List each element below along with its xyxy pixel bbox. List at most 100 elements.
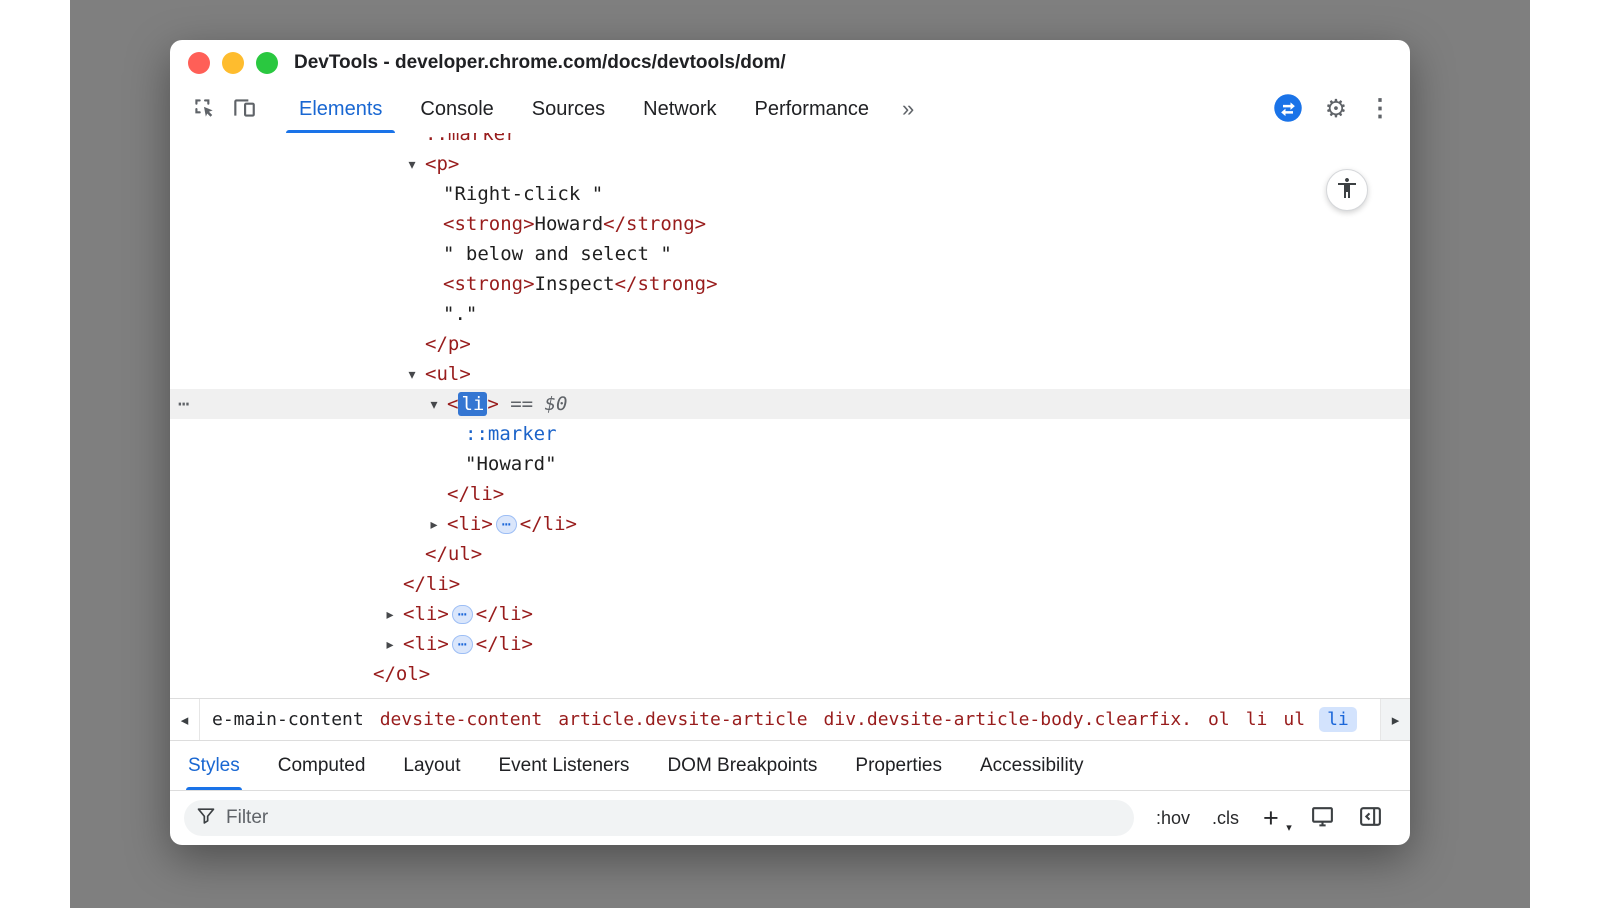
monitor-icon xyxy=(1310,804,1335,832)
code-token: </li> xyxy=(403,573,460,595)
toggle-device-toolbar-button[interactable] xyxy=(224,89,264,129)
dom-tree-row[interactable]: "Right-click " xyxy=(170,179,1410,209)
breadcrumb-item[interactable]: div.devsite-article-body.clearfix. xyxy=(824,709,1192,730)
code-token: </strong> xyxy=(615,273,718,295)
dom-tree-row[interactable]: </li> xyxy=(170,479,1410,509)
expand-children-button[interactable]: ⋯ xyxy=(496,515,517,534)
expand-children-button[interactable]: ⋯ xyxy=(452,605,473,624)
breadcrumb-item[interactable]: ul xyxy=(1283,709,1305,730)
collapse-arrow-icon[interactable]: ▾ xyxy=(401,149,423,179)
code-token: $0 xyxy=(545,393,568,415)
code-token: ::marker xyxy=(425,133,517,145)
toolbar-tabs: ElementsConsoleSourcesNetworkPerformance xyxy=(280,85,888,133)
filter-bar-icons xyxy=(1309,804,1385,832)
sync-button[interactable] xyxy=(1272,89,1304,129)
collapse-arrow-icon[interactable]: ▾ xyxy=(401,359,423,389)
tab-console[interactable]: Console xyxy=(401,85,512,133)
code-token: <li> xyxy=(403,633,449,655)
dom-tree-row[interactable]: ::marker xyxy=(170,133,1410,149)
breadcrumb-item[interactable]: article.devsite-article xyxy=(558,709,807,730)
code-token: <li> xyxy=(403,603,449,625)
dom-tree-row[interactable]: ▾<ul> xyxy=(170,359,1410,389)
dom-tree-row[interactable]: ▾<p> xyxy=(170,149,1410,179)
rendering-emulation-button[interactable] xyxy=(1309,804,1337,832)
dom-tree-row[interactable]: </ul> xyxy=(170,539,1410,569)
code-token: <p> xyxy=(425,153,459,175)
dom-tree-row[interactable]: "Howard" xyxy=(170,449,1410,479)
code-token: </ul> xyxy=(425,543,482,565)
panel-tab-layout[interactable]: Layout xyxy=(403,741,460,790)
code-token: <ul> xyxy=(425,363,471,385)
devtools-window: DevTools - developer.chrome.com/docs/dev… xyxy=(170,40,1410,845)
code-token: ::marker xyxy=(465,423,557,445)
zoom-window-button[interactable] xyxy=(256,52,278,74)
tab-network[interactable]: Network xyxy=(624,85,735,133)
sync-icon xyxy=(1273,93,1303,126)
panel-tab-computed[interactable]: Computed xyxy=(278,741,366,790)
chevron-right-icon: ▸ xyxy=(1392,711,1400,729)
close-window-button[interactable] xyxy=(188,52,210,74)
element-classes-button[interactable]: .cls xyxy=(1212,808,1239,829)
devtools-toolbar: ElementsConsoleSourcesNetworkPerformance… xyxy=(170,85,1410,133)
dom-tree-row[interactable]: ▸<li>⋯</li> xyxy=(170,629,1410,659)
toggle-element-state-button[interactable]: :hov xyxy=(1156,808,1190,829)
inspect-cursor-icon xyxy=(191,95,217,124)
breadcrumb-scroll-right-button[interactable]: ▸ xyxy=(1380,699,1410,740)
code-token: </p> xyxy=(425,333,471,355)
dom-tree-row[interactable]: ⋯▾<li> == $0 xyxy=(170,389,1410,419)
tab-elements[interactable]: Elements xyxy=(280,85,401,133)
expand-arrow-icon[interactable]: ▸ xyxy=(423,509,445,539)
settings-button[interactable]: ⚙ xyxy=(1320,89,1352,129)
breadcrumb-item[interactable]: li xyxy=(1319,707,1357,732)
dom-tree-row[interactable]: <strong>Inspect</strong> xyxy=(170,269,1410,299)
new-style-rule-button[interactable]: +▾ xyxy=(1263,805,1279,832)
dom-tree-row[interactable]: </ol> xyxy=(170,659,1410,689)
code-token: </li> xyxy=(476,603,533,625)
minimize-window-button[interactable] xyxy=(222,52,244,74)
dom-tree-row[interactable]: ▸<li>⋯</li> xyxy=(170,509,1410,539)
toggle-sidebar-button[interactable] xyxy=(1357,804,1385,832)
breadcrumb-item[interactable]: devsite-content xyxy=(380,709,543,730)
expand-children-button[interactable]: ⋯ xyxy=(452,635,473,654)
code-token: </li> xyxy=(476,633,533,655)
panel-tab-dom-breakpoints[interactable]: DOM Breakpoints xyxy=(667,741,817,790)
dom-tree-row[interactable]: </li> xyxy=(170,569,1410,599)
dom-tree-row[interactable]: <strong>Howard</strong> xyxy=(170,209,1410,239)
panel-tab-event-listeners[interactable]: Event Listeners xyxy=(498,741,629,790)
breadcrumb: ◂ e-main-content devsite-content article.d… xyxy=(170,698,1410,740)
code-token: " below and select " xyxy=(443,243,672,265)
expand-arrow-icon[interactable]: ▸ xyxy=(379,629,401,659)
collapse-arrow-icon[interactable]: ▾ xyxy=(423,389,445,419)
more-tabs-button[interactable]: » xyxy=(888,96,928,122)
row-actions-icon[interactable]: ⋯ xyxy=(178,389,191,419)
caret-down-icon: ▾ xyxy=(1286,823,1292,834)
code-token: li xyxy=(458,392,487,416)
code-token: "Howard" xyxy=(465,453,557,475)
breadcrumb-item[interactable]: ol xyxy=(1208,709,1230,730)
tab-sources[interactable]: Sources xyxy=(513,85,624,133)
styles-filter-bar: Filter :hov .cls +▾ xyxy=(170,790,1410,845)
tab-performance[interactable]: Performance xyxy=(736,85,889,133)
expand-arrow-icon[interactable]: ▸ xyxy=(379,599,401,629)
dom-tree-row[interactable]: </p> xyxy=(170,329,1410,359)
toolbar-right-controls: ⚙ ⋮ xyxy=(1272,89,1410,129)
inspect-element-button[interactable] xyxy=(184,89,224,129)
breadcrumb-item[interactable]: e-main-content xyxy=(212,709,364,730)
filter-input[interactable]: Filter xyxy=(184,800,1134,836)
breadcrumb-items: e-main-content devsite-content article.dev… xyxy=(200,699,1380,740)
breadcrumb-item[interactable]: li xyxy=(1246,709,1268,730)
window-controls xyxy=(188,52,278,74)
dom-tree-row[interactable]: ▸<li>⋯</li> xyxy=(170,599,1410,629)
code-token: < xyxy=(447,393,458,415)
kebab-menu-icon: ⋮ xyxy=(1368,97,1392,121)
breadcrumb-scroll-left-button[interactable]: ◂ xyxy=(170,699,200,740)
panel-tab-properties[interactable]: Properties xyxy=(855,741,942,790)
panel-tab-styles[interactable]: Styles xyxy=(188,741,240,790)
dom-tree-row[interactable]: " below and select " xyxy=(170,239,1410,269)
dom-tree-row[interactable]: "." xyxy=(170,299,1410,329)
main-menu-button[interactable]: ⋮ xyxy=(1368,89,1392,129)
panel-tab-accessibility[interactable]: Accessibility xyxy=(980,741,1083,790)
window-titlebar: DevTools - developer.chrome.com/docs/dev… xyxy=(170,40,1410,85)
code-token: </li> xyxy=(520,513,577,535)
dom-tree-row[interactable]: ::marker xyxy=(170,419,1410,449)
